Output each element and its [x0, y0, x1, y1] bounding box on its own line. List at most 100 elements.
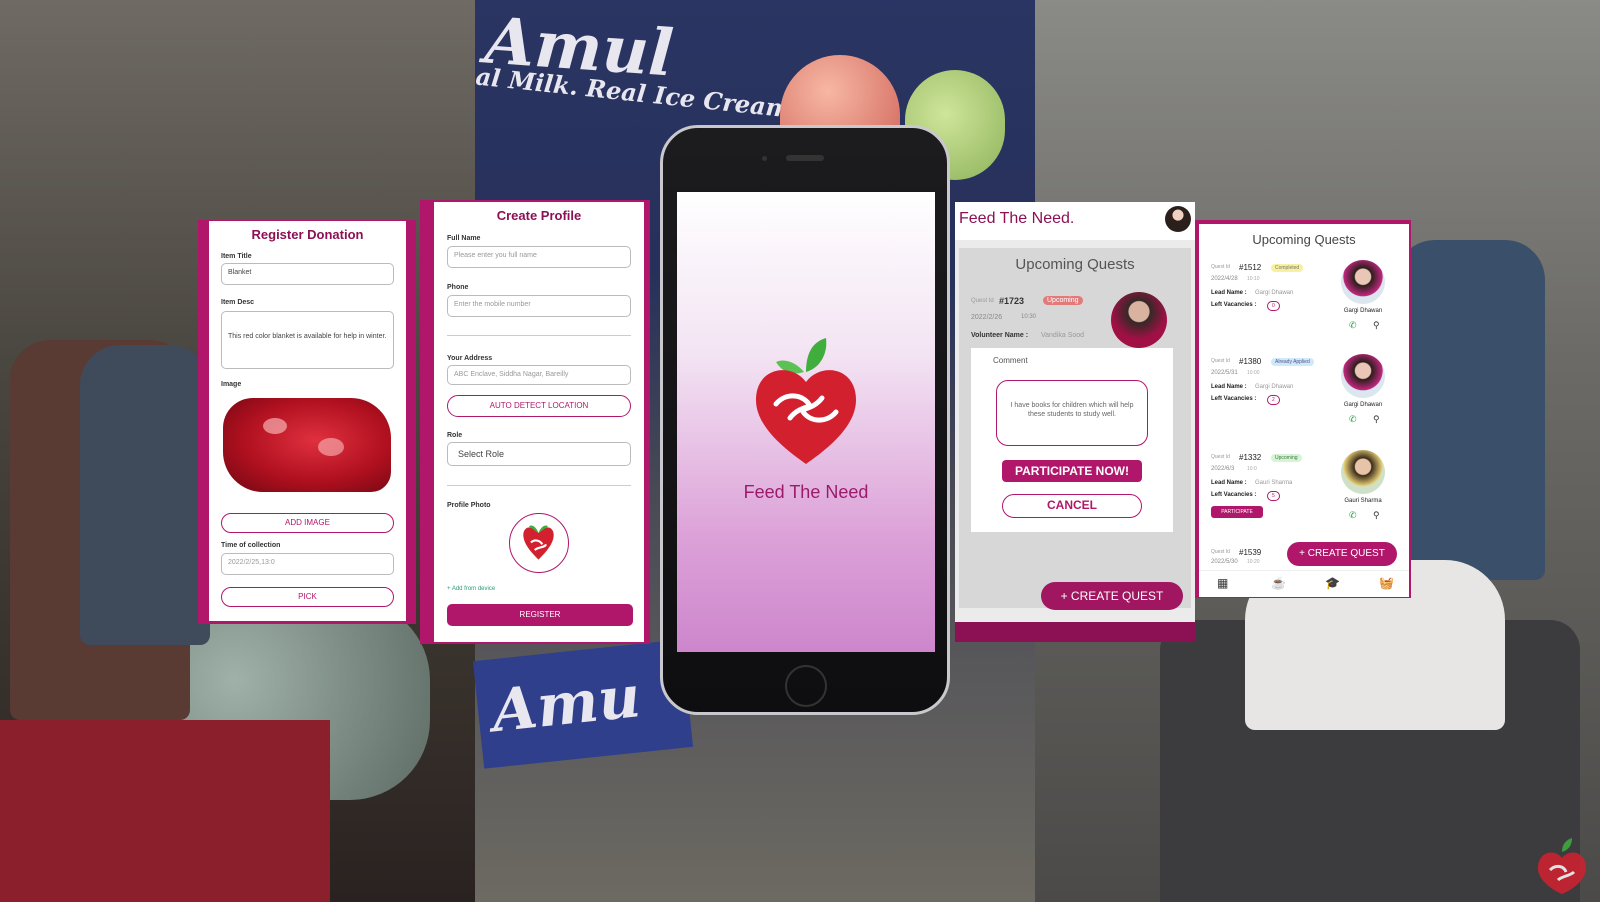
quest-id: #1723: [999, 296, 1025, 306]
quest-time: 10:0: [1247, 466, 1257, 472]
bottom-navigation: ▦ ☕ 🎓 🧺: [1199, 570, 1409, 597]
vacancies-count: 5: [1267, 491, 1280, 501]
vacancies-label: Left Vacancies :: [1211, 396, 1257, 402]
front-camera: [762, 156, 767, 161]
profile-photo-avatar[interactable]: [509, 513, 569, 573]
lead-name: Gauri Sharma: [1255, 480, 1293, 486]
quest-id: #1539: [1239, 548, 1262, 557]
volunteer-label: Volunteer Name :: [971, 332, 1029, 339]
lead-name-label: Lead Name :: [1211, 290, 1247, 296]
watermark-logo: [1532, 836, 1592, 896]
home-button[interactable]: [785, 665, 827, 707]
comment-textarea[interactable]: I have books for children which will hel…: [996, 380, 1148, 446]
address-label: Your Address: [447, 355, 493, 362]
quest-comment-screen: Feed The Need. Upcoming Quests Quest Id …: [955, 202, 1195, 642]
status-badge: Completed: [1271, 264, 1304, 272]
cup-icon[interactable]: ☕: [1271, 576, 1286, 590]
page-title: Register Donation: [251, 227, 364, 242]
register-donation-screen: Register Donation Item Title Blanket Ite…: [209, 221, 406, 621]
item-title-label: Item Title: [221, 253, 252, 260]
lead-name-label: Lead Name :: [1211, 384, 1247, 390]
image-label: Image: [221, 381, 242, 388]
quest-date: 2022/5/30: [1211, 559, 1238, 565]
phone-label: Phone: [447, 284, 469, 291]
quest-id-label: Quest Id: [1211, 549, 1230, 555]
quest-time: 10:20: [1247, 559, 1260, 565]
flower-pattern: [318, 438, 344, 456]
volunteer-name: Vandika Sood: [1041, 332, 1085, 339]
bottom-strip: [955, 622, 1195, 642]
basket-icon[interactable]: 🧺: [1379, 576, 1394, 590]
quest-card[interactable]: Quest Id #1380 Already Applied 2022/5/31…: [1199, 354, 1409, 446]
comment-label: Comment: [993, 356, 1028, 365]
phone-icon[interactable]: ✆: [1349, 320, 1357, 331]
lead-name: Gargi Dhawan: [1255, 290, 1294, 296]
location-pin-icon[interactable]: ⚲: [1373, 320, 1380, 331]
avatar-name: Gargi Dhawan: [1343, 308, 1383, 314]
create-quest-button[interactable]: + CREATE QUEST: [1041, 582, 1183, 610]
quest-id-label: Quest Id: [1211, 264, 1230, 270]
flower-pattern: [263, 418, 287, 434]
dashboard-icon[interactable]: ▦: [1217, 576, 1228, 590]
comment-dialog: Comment I have books for children which …: [971, 348, 1173, 532]
full-name-label: Full Name: [447, 235, 481, 242]
divider: [447, 485, 631, 486]
quest-time: 10:30: [1021, 314, 1037, 320]
app-logo-icon: [1538, 838, 1586, 894]
location-pin-icon[interactable]: ⚲: [1373, 510, 1380, 521]
quest-card[interactable]: Quest Id #1512 Completed 2022/4/28 10:10…: [1199, 260, 1409, 352]
phone-input[interactable]: Enter the mobile number: [447, 295, 631, 317]
cancel-button[interactable]: CANCEL: [1002, 494, 1142, 518]
lead-avatar: [1341, 354, 1385, 398]
full-name-input[interactable]: Please enter you full name: [447, 246, 631, 268]
user-avatar[interactable]: [1165, 206, 1191, 232]
section-heading: Upcoming Quests: [1252, 232, 1356, 247]
address-input[interactable]: ABC Enclave, Siddha Nagar, Bareilly: [447, 365, 631, 385]
quest-time: 10:00: [1247, 370, 1260, 376]
item-title-field[interactable]: Blanket: [221, 263, 394, 285]
quest-card[interactable]: Quest Id #1332 Upcoming 2022/6/3 10:0 Le…: [1199, 450, 1409, 542]
role-select[interactable]: Select Role: [447, 442, 631, 466]
profile-photo-label: Profile Photo: [447, 502, 491, 509]
lead-avatar: [1341, 450, 1385, 494]
role-label: Role: [447, 432, 463, 439]
phone-icon[interactable]: ✆: [1349, 510, 1357, 521]
location-pin-icon[interactable]: ⚲: [1373, 414, 1380, 425]
pick-button[interactable]: PICK: [221, 587, 394, 607]
participate-now-button[interactable]: PARTICIPATE NOW!: [1002, 460, 1142, 482]
quest-id: #1332: [1239, 453, 1262, 462]
amul-banner-text: Amu: [488, 662, 644, 746]
person-photo: [1395, 240, 1545, 580]
quest-list-screen: Upcoming Quests Quest Id #1512 Completed…: [1199, 224, 1409, 597]
phone-icon[interactable]: ✆: [1349, 414, 1357, 425]
graduation-cap-icon[interactable]: 🎓: [1325, 576, 1340, 590]
time-of-collection-field[interactable]: 2022/2/25,13:0: [221, 553, 394, 575]
auto-detect-location-button[interactable]: AUTO DETECT LOCATION: [447, 395, 631, 417]
status-badge: Upcoming: [1271, 454, 1302, 462]
register-button[interactable]: REGISTER: [447, 604, 633, 626]
section-heading: Upcoming Quests: [1015, 256, 1135, 273]
quest-id-label: Quest Id: [971, 298, 994, 304]
quest-time: 10:10: [1247, 276, 1260, 282]
add-from-device-link[interactable]: + Add from device: [447, 586, 495, 592]
add-image-button[interactable]: ADD IMAGE: [221, 513, 394, 533]
create-profile-screen: Create Profile Full Name Please enter yo…: [434, 202, 644, 642]
avatar-name: Gauri Sharma: [1344, 498, 1382, 504]
red-mattress: [0, 720, 330, 902]
app-header: Feed The Need.: [955, 202, 1195, 240]
participate-button[interactable]: PARTICIPATE: [1211, 506, 1263, 518]
create-quest-button[interactable]: + CREATE QUEST: [1287, 542, 1397, 566]
status-badge: Upcoming: [1043, 296, 1083, 305]
vacancies-count: 0: [1267, 301, 1280, 311]
splash-screen: Feed The Need: [677, 192, 935, 652]
vacancies-label: Left Vacancies :: [1211, 492, 1257, 498]
quest-date: 2022/6/3: [1211, 466, 1235, 472]
app-name: Feed The Need: [743, 482, 869, 502]
page-title: Create Profile: [496, 208, 582, 223]
app-logo-icon: [523, 525, 554, 560]
vacancies-label: Left Vacancies :: [1211, 302, 1257, 308]
item-desc-field[interactable]: This red color blanket is available for …: [221, 311, 394, 369]
quest-date: 2022/5/31: [1211, 370, 1238, 376]
lead-name: Gargi Dhawan: [1255, 384, 1294, 390]
person-photo: [80, 345, 210, 645]
